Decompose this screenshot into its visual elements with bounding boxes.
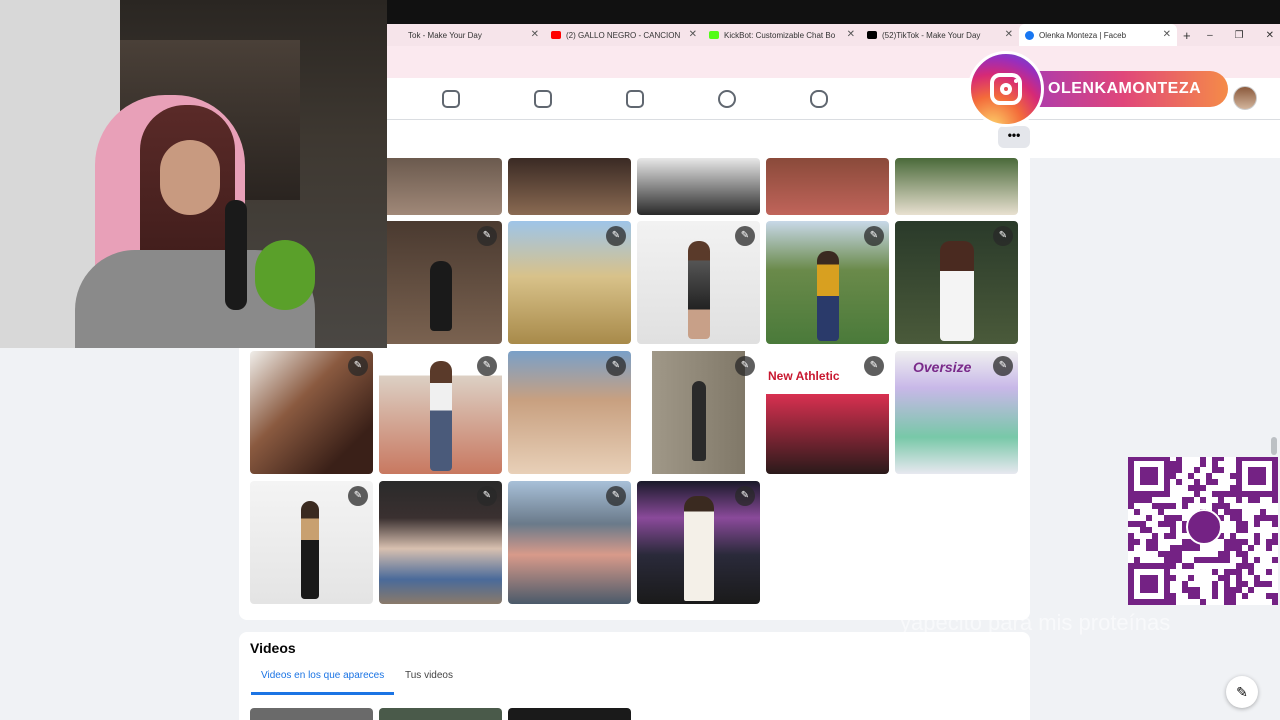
tab-tiktok-2[interactable]: (52)TikTok - Make Your Day ✕ xyxy=(861,24,1019,46)
tab-facebook[interactable]: Olenka Monteza | Faceb ✕ xyxy=(1019,24,1177,46)
photo-tile[interactable] xyxy=(766,158,889,215)
scrollbar-thumb[interactable] xyxy=(1271,437,1277,455)
photo-tile[interactable]: ✎ xyxy=(895,221,1018,344)
videos-title: Videos xyxy=(250,640,296,656)
gaming-icon[interactable] xyxy=(810,90,828,108)
tab-youtube[interactable]: (2) GALLO NEGRO - CANCION ✕ xyxy=(545,24,703,46)
edit-icon[interactable]: ✎ xyxy=(348,486,368,506)
close-icon[interactable]: ✕ xyxy=(689,29,697,40)
home-icon[interactable] xyxy=(442,90,460,108)
photo-tile[interactable] xyxy=(895,158,1018,215)
tab-your-videos[interactable]: Tus videos xyxy=(405,670,453,681)
edit-icon[interactable]: ✎ xyxy=(735,356,755,376)
profile-tabs-bar xyxy=(387,120,1280,158)
webcam-person-face xyxy=(160,140,220,215)
groups-icon[interactable] xyxy=(718,90,736,108)
photo-tile[interactable]: ✎ xyxy=(379,351,502,474)
close-window-button[interactable]: ✕ xyxy=(1266,30,1274,41)
active-tab-indicator xyxy=(251,692,394,695)
more-options-button[interactable]: ••• xyxy=(998,126,1030,148)
browser-tab-bar: Tok - Make Your Day ✕ (2) GALLO NEGRO - … xyxy=(387,24,1280,46)
instagram-icon xyxy=(968,51,1044,127)
webcam-overlay xyxy=(0,0,387,348)
photo-tile[interactable]: ✎ xyxy=(250,481,373,604)
youtube-icon xyxy=(551,31,561,39)
webcam-plush-toy xyxy=(255,240,315,310)
edit-icon[interactable]: ✎ xyxy=(735,226,755,246)
edit-icon[interactable]: ✎ xyxy=(606,486,626,506)
photo-tile[interactable]: ✎ xyxy=(379,481,502,604)
photo-tile[interactable]: ✎ xyxy=(508,221,631,344)
photo-tile[interactable]: ✎ xyxy=(637,481,760,604)
edit-icon[interactable]: ✎ xyxy=(735,486,755,506)
videos-section: Videos Videos en los que apareces Tus vi… xyxy=(239,632,1030,720)
instagram-handle-banner: OLENKAMONTEZA xyxy=(1018,71,1228,107)
photo-tile[interactable]: ✎ xyxy=(637,351,760,474)
edit-icon[interactable]: ✎ xyxy=(864,226,884,246)
photo-tile[interactable] xyxy=(508,158,631,215)
account-avatar[interactable] xyxy=(1233,86,1257,110)
edit-icon[interactable]: ✎ xyxy=(348,356,368,376)
video-thumbnail[interactable] xyxy=(379,708,502,720)
edit-icon[interactable]: ✎ xyxy=(477,226,497,246)
yape-qr-code xyxy=(1128,455,1278,605)
edit-icon[interactable]: ✎ xyxy=(477,356,497,376)
tab-tiktok-1[interactable]: Tok - Make Your Day ✕ xyxy=(387,24,545,46)
photo-caption-brand: New Athletic xyxy=(768,369,840,383)
webcam-microphone xyxy=(225,200,247,310)
close-icon[interactable]: ✕ xyxy=(847,29,855,40)
photo-tile[interactable]: ✎ xyxy=(508,351,631,474)
instagram-handle: OLENKAMONTEZA xyxy=(1048,80,1202,97)
facebook-icon xyxy=(1025,30,1034,40)
qr-caption: yapecito para mis proteínas xyxy=(900,610,1171,635)
close-icon[interactable]: ✕ xyxy=(531,29,539,40)
kickbot-icon xyxy=(709,31,719,39)
video-thumbnail[interactable] xyxy=(508,708,631,720)
photo-caption-brand: Oversize xyxy=(913,359,972,375)
photo-tile[interactable]: Oversize ✎ xyxy=(895,351,1018,474)
video-thumbnail[interactable] xyxy=(250,708,373,720)
tab-kickbot[interactable]: KickBot: Customizable Chat Bo ✕ xyxy=(703,24,861,46)
yape-logo xyxy=(1186,509,1222,545)
tiktok-icon xyxy=(867,31,877,39)
edit-icon[interactable]: ✎ xyxy=(606,226,626,246)
photo-tile[interactable] xyxy=(379,158,502,215)
window-controls: – ❐ ✕ xyxy=(1207,24,1274,46)
edit-icon[interactable]: ✎ xyxy=(477,486,497,506)
watch-icon[interactable] xyxy=(534,90,552,108)
photo-tile[interactable]: ✎ xyxy=(766,221,889,344)
tiktok-icon xyxy=(393,31,403,39)
minimize-button[interactable]: – xyxy=(1207,30,1213,41)
edit-icon[interactable]: ✎ xyxy=(993,356,1013,376)
photo-tile[interactable] xyxy=(637,158,760,215)
close-icon[interactable]: ✕ xyxy=(1005,29,1013,40)
photo-tile[interactable]: ✎ xyxy=(250,351,373,474)
photo-tile[interactable]: ✎ xyxy=(379,221,502,344)
edit-icon[interactable]: ✎ xyxy=(606,356,626,376)
marketplace-icon[interactable] xyxy=(626,90,644,108)
tab-videos-tagged[interactable]: Videos en los que apareces xyxy=(261,670,384,681)
restore-button[interactable]: ❐ xyxy=(1235,30,1244,41)
edit-icon[interactable]: ✎ xyxy=(993,226,1013,246)
photo-tile[interactable]: ✎ xyxy=(637,221,760,344)
new-tab-button[interactable]: + xyxy=(1177,24,1207,46)
close-icon[interactable]: ✕ xyxy=(1163,29,1171,40)
compose-message-button[interactable]: ✎ xyxy=(1226,676,1258,708)
edit-icon[interactable]: ✎ xyxy=(864,356,884,376)
photo-tile[interactable]: ✎ xyxy=(508,481,631,604)
photo-tile[interactable]: New Athletic ✎ xyxy=(766,351,889,474)
